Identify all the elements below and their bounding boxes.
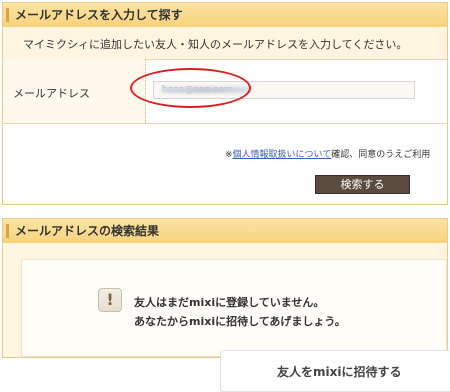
result-card: ! 友人はまだmixiに登録していません。 あなたからmixiに招待してあげまし… bbox=[21, 259, 450, 392]
invite-button-label: 友人をmixiに招待する bbox=[277, 365, 402, 379]
results-body: ! 友人はまだmixiに登録していません。 あなたからmixiに招待してあげまし… bbox=[3, 243, 450, 392]
result-message-line2: あなたからmixiに招待してあげましょう。 bbox=[134, 315, 346, 328]
email-label: メールアドレス bbox=[13, 87, 90, 100]
instruction-strip: マイミクシィに追加したい友人・知人のメールアドレスを入力してください。 bbox=[3, 27, 447, 60]
header-accent bbox=[6, 8, 9, 22]
search-button[interactable]: 検索する bbox=[315, 175, 410, 194]
results-panel: メールアドレスの検索結果 ! 友人はまだmixiに登録していません。 あなたから… bbox=[2, 218, 450, 392]
privacy-note: ※個人情報取扱いについて確認、同意のうえご利用 bbox=[225, 147, 430, 160]
results-panel-title: メールアドレスの検索結果 bbox=[15, 224, 160, 238]
red-highlight-ellipse bbox=[130, 68, 251, 108]
privacy-suffix: 確認、同意のうえご利用 bbox=[331, 150, 431, 160]
email-label-cell: メールアドレス bbox=[3, 59, 146, 123]
search-panel-header: メールアドレスを入力して探す bbox=[3, 3, 447, 28]
search-panel-title: メールアドレスを入力して探す bbox=[15, 8, 183, 22]
result-message-line1: 友人はまだmixiに登録していません。 bbox=[134, 296, 325, 309]
email-form-row: メールアドレス bbox=[3, 59, 447, 124]
privacy-policy-link[interactable]: 個人情報取扱いについて bbox=[233, 150, 332, 160]
exclamation-icon: ! bbox=[98, 288, 122, 312]
search-panel: メールアドレスを入力して探す マイミクシィに追加したい友人・知人のメールアドレス… bbox=[2, 2, 448, 205]
invite-button[interactable]: 友人をmixiに招待する bbox=[220, 350, 450, 392]
results-panel-header: メールアドレスの検索結果 bbox=[3, 219, 447, 244]
privacy-prefix: ※ bbox=[225, 150, 233, 160]
header-accent bbox=[6, 224, 9, 238]
instruction-text: マイミクシィに追加したい友人・知人のメールアドレスを入力してください。 bbox=[23, 38, 408, 51]
